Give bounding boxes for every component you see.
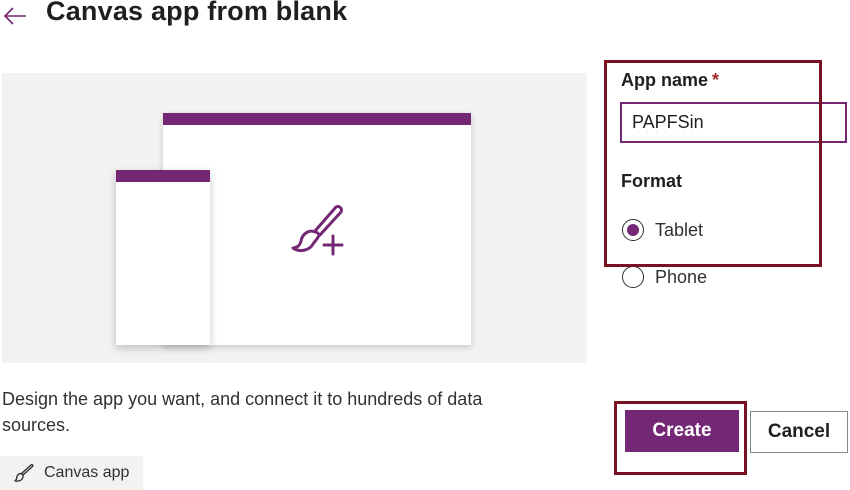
radio-tablet-label[interactable]: Tablet (655, 220, 703, 241)
required-asterisk: * (712, 70, 720, 90)
radio-phone-label[interactable]: Phone (655, 267, 707, 288)
phone-header-bar (116, 170, 210, 182)
radio-phone-circle[interactable] (622, 266, 644, 288)
radio-tablet-circle[interactable] (622, 219, 644, 241)
app-name-input[interactable] (620, 102, 847, 143)
radio-tablet[interactable]: Tablet (622, 219, 703, 241)
description-text: Design the app you want, and connect it … (2, 389, 483, 435)
tag-label: Canvas app (44, 464, 130, 481)
canvas-app-tag: Canvas app (0, 456, 143, 490)
app-preview-illustration (2, 73, 587, 363)
page-title: Canvas app from blank (46, 0, 348, 26)
paintbrush-icon (14, 463, 34, 482)
radio-phone[interactable]: Phone (622, 266, 707, 288)
app-name-label: App name * (621, 70, 719, 91)
paintbrush-add-icon (291, 205, 344, 256)
tablet-header-bar (163, 113, 471, 125)
app-name-label-text: App name (621, 70, 709, 90)
cancel-button[interactable]: Cancel (750, 411, 848, 453)
create-button[interactable]: Create (625, 410, 739, 452)
format-label: Format (621, 171, 683, 191)
back-arrow-icon[interactable] (2, 3, 28, 29)
radio-selected-dot (627, 224, 639, 236)
phone-frame (116, 170, 210, 345)
